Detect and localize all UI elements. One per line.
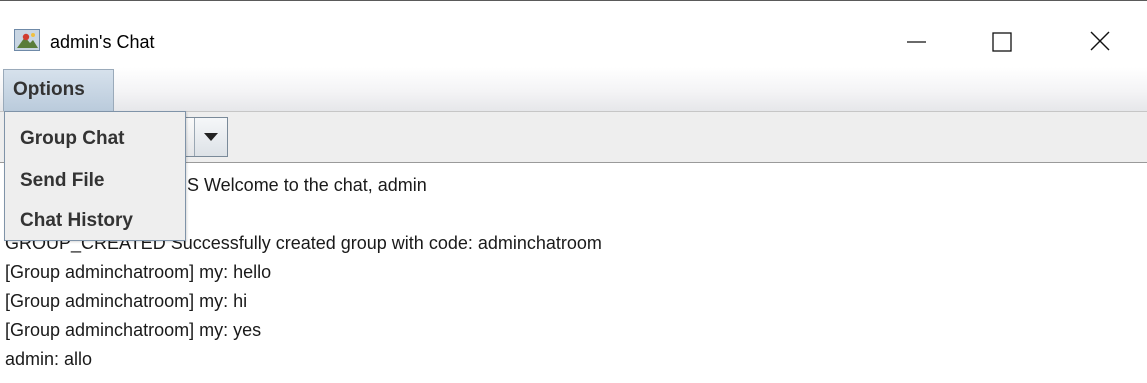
chat-message: admin: allo — [5, 349, 93, 369]
chat-window: admin's Chat Options S Welcome to the ch… — [0, 0, 1147, 383]
java-app-icon — [14, 29, 40, 51]
options-menu[interactable]: Options — [3, 69, 114, 113]
maximize-button[interactable] — [970, 19, 1030, 65]
menu-item-group-chat[interactable]: Group Chat — [20, 128, 125, 150]
options-menu-label: Options — [13, 79, 85, 100]
maximize-icon — [992, 32, 1012, 52]
chat-message: S Welcome to the chat, admin — [187, 175, 427, 195]
title-bar[interactable]: admin's Chat — [0, 1, 1147, 67]
menu-item-chat-history[interactable]: Chat History — [20, 210, 133, 232]
minimize-button[interactable] — [886, 19, 946, 65]
close-icon — [1090, 31, 1110, 51]
combo-dropdown-button[interactable] — [194, 118, 227, 156]
chat-message: [Group adminchatroom] my: hello — [5, 262, 272, 282]
close-button[interactable] — [1070, 19, 1130, 65]
window-title: admin's Chat — [50, 32, 155, 52]
options-dropdown-menu: Group Chat Send File Chat History — [4, 111, 186, 241]
menu-bar: Options — [0, 67, 1147, 113]
menu-item-send-file[interactable]: Send File — [20, 170, 104, 192]
minimize-icon — [907, 41, 926, 43]
chat-message: [Group adminchatroom] my: yes — [5, 320, 262, 340]
chat-message: [Group adminchatroom] my: hi — [5, 291, 248, 311]
chevron-down-icon — [204, 133, 218, 141]
